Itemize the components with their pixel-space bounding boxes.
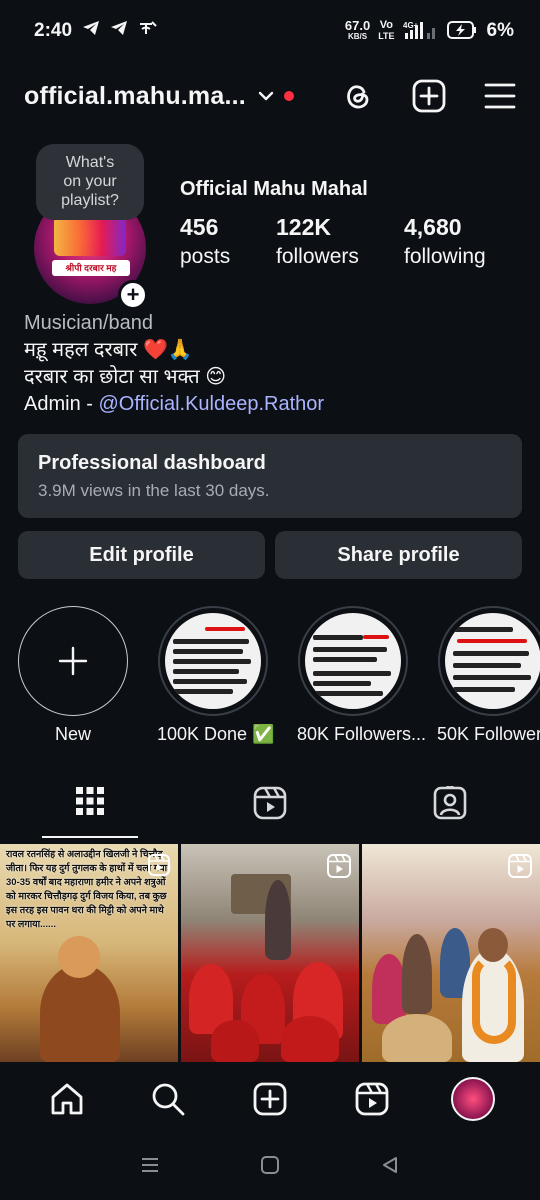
account-username[interactable]: official.mahu.ma... [24,82,246,111]
search-icon [152,1083,185,1116]
app-notification-icon [138,20,158,42]
highlight-label: New [54,724,91,744]
highlight-thumbnail [305,613,401,709]
nav-home[interactable] [37,1069,97,1129]
home-button-icon[interactable] [260,1155,280,1180]
tab-grid[interactable] [0,780,180,838]
bio-line-1: मह़ू महल दरबार ❤️🙏 [24,339,193,361]
reel-icon [148,854,170,881]
edit-profile-button[interactable]: Edit profile [18,531,265,579]
highlight-thumbnail [445,613,540,709]
add-story-button[interactable]: + [118,280,148,310]
nav-create[interactable] [240,1069,300,1129]
telegram-icon [82,20,100,42]
add-post-icon [253,1082,287,1116]
profile-avatar-icon [451,1077,496,1121]
highlight-80k[interactable]: 80K Followers... [297,606,427,745]
stat-posts[interactable]: 456 posts [180,214,276,269]
grid-icon [76,787,104,815]
system-navigation-bar [0,1134,540,1200]
threads-icon[interactable] [342,80,374,112]
signal-strength-icon: 4G+ [403,20,439,43]
bottom-navigation [0,1064,540,1134]
profile-content-tabs [0,780,540,838]
profile-stats: 456 posts 122K followers 4,680 following [180,214,500,269]
unread-dot [283,91,294,101]
dashboard-title: Professional dashboard [38,452,266,474]
display-name: Official Mahu Mahal [180,178,368,200]
tab-reels[interactable] [180,780,360,838]
reel-icon [508,854,532,883]
profile-summary: श्रीपी दरबार मह + What's on your playlis… [0,140,540,310]
dashboard-subtitle: 3.9M views in the last 30 days. [38,481,270,500]
status-bar: 2:40 67.0 KB/S Vo LTE 4G+ 6% [0,0,540,62]
nav-search[interactable] [138,1069,198,1129]
nav-profile[interactable] [443,1069,503,1129]
profile-header: official.mahu.ma... [0,66,540,126]
post-tile[interactable] [181,844,359,1062]
reel-icon [327,854,351,883]
post-tile[interactable] [362,844,540,1062]
back-icon[interactable] [380,1155,400,1180]
tagged-user-icon [433,786,467,820]
volte-indicator: Vo LTE [378,19,395,42]
highlight-100k[interactable]: 100K Done ✅ [157,606,275,745]
battery-percentage: 6% [486,20,514,41]
nav-reels[interactable] [342,1069,402,1129]
profile-category: Musician/band [24,312,153,334]
tab-tagged[interactable] [360,780,540,838]
new-highlight-circle [18,606,128,716]
recent-apps-icon[interactable] [140,1155,160,1180]
profile-actions: Edit profile Share profile [18,531,522,579]
avatar-banner-text: श्रीपी दरबार मह [52,260,130,276]
menu-icon[interactable] [484,82,516,110]
home-icon [51,1083,83,1115]
note-bubble[interactable]: What's on your playlist? [36,144,144,220]
reels-icon [253,786,287,820]
highlight-new[interactable]: New [17,606,129,745]
highlight-label: 80K Followers... [297,724,427,744]
create-post-icon[interactable] [412,79,446,113]
post-tile[interactable]: रावल रतनसिंह से अलाउद्दीन खिलजी ने चित्त… [0,844,178,1062]
posts-grid: रावल रतनसिंह से अलाउद्दीन खिलजी ने चित्त… [0,844,540,1062]
plus-icon [58,646,88,676]
stat-followers[interactable]: 122K followers [276,214,404,269]
bio-admin-line: Admin - @Official.Kuldeep.Rathor [24,393,325,415]
professional-dashboard-card[interactable]: Professional dashboard 3.9M views in the… [18,434,522,518]
share-profile-button[interactable]: Share profile [275,531,522,579]
highlight-label: 50K Followers [437,724,540,744]
highlight-label: 100K Done ✅ [157,724,275,744]
admin-mention-link[interactable]: @Official.Kuldeep.Rathor [98,393,324,415]
highlight-thumbnail [165,613,261,709]
reels-icon [355,1082,388,1116]
telegram-icon-2 [110,20,128,42]
status-time: 2:40 [34,20,73,41]
stat-following[interactable]: 4,680 following [404,214,500,269]
highlight-50k[interactable]: 50K Followers [437,606,540,745]
network-speed: 67.0 KB/S [344,18,371,41]
battery-icon [446,20,477,42]
account-switcher-chevron-icon[interactable] [258,90,274,102]
profile-bio: Musician/band मह़ू महल दरबार ❤️🙏 दरबार क… [24,310,324,418]
story-highlights: New 100K Done ✅ 80K Followers... 50K Fol… [0,606,540,746]
bio-line-2: दरबार का छोटा सा भक्त 😊 [24,366,227,388]
